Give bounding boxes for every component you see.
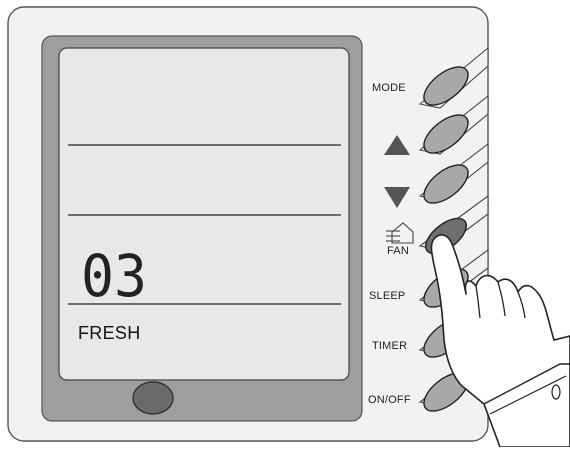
- indicator-lamp: [132, 381, 174, 415]
- fan-label: FAN: [387, 245, 409, 257]
- timer-label: TIMER: [372, 340, 408, 352]
- readout-digits: 03: [81, 246, 147, 302]
- onoff-label: ON/OFF: [368, 394, 411, 406]
- lcd-mode-text: FRESH: [78, 323, 141, 343]
- sleep-label: SLEEP: [369, 290, 406, 302]
- remote-controller-panel: 03 FRESH MODE FAN SLEEP TIMER ON/OFF: [0, 0, 570, 448]
- segment-readout: 03: [81, 246, 147, 302]
- mode-label: MODE: [372, 82, 406, 94]
